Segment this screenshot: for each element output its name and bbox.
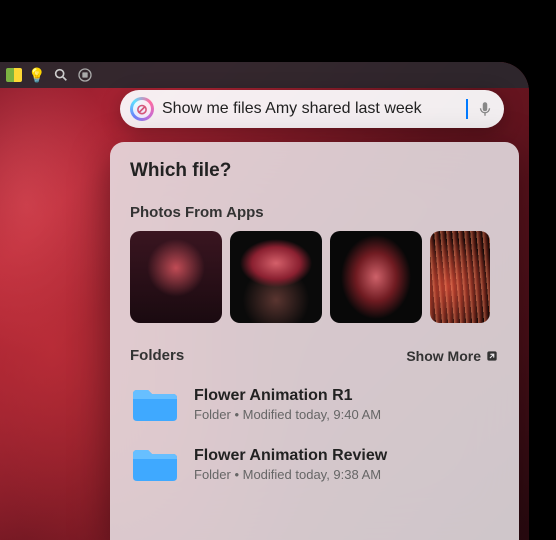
microphone-icon[interactable] — [476, 100, 494, 118]
photo-thumbnail[interactable] — [330, 231, 422, 323]
menubar-search-icon[interactable] — [52, 66, 70, 84]
menubar-util-icon[interactable] — [76, 66, 94, 84]
folder-icon — [130, 384, 180, 424]
folder-icon — [130, 444, 180, 484]
photo-thumbnail[interactable] — [430, 231, 490, 323]
folder-info: Flower Animation R1 Folder • Modified to… — [194, 387, 499, 422]
siri-results-panel: Which file? Photos From Apps Folders Sho… — [110, 142, 519, 540]
folder-name: Flower Animation Review — [194, 447, 499, 465]
photos-row — [130, 231, 499, 323]
folder-meta: Folder • Modified today, 9:38 AM — [194, 467, 499, 482]
folder-name: Flower Animation R1 — [194, 387, 499, 405]
device-frame: 💡 Which file? Photos From Apps — [0, 50, 541, 540]
menubar: 💡 — [0, 62, 529, 88]
menubar-status-icon[interactable] — [6, 68, 22, 82]
folder-meta: Folder • Modified today, 9:40 AM — [194, 407, 499, 422]
text-cursor — [466, 99, 468, 119]
external-link-icon — [485, 349, 499, 363]
folder-row[interactable]: Flower Animation Review Folder • Modifie… — [130, 434, 499, 494]
show-more-label: Show More — [406, 348, 481, 364]
siri-search-bar[interactable] — [120, 90, 504, 128]
folder-info: Flower Animation Review Folder • Modifie… — [194, 447, 499, 482]
folders-section-header: Folders — [130, 347, 184, 364]
show-more-button[interactable]: Show More — [406, 348, 499, 364]
photo-thumbnail[interactable] — [130, 231, 222, 323]
panel-title: Which file? — [130, 160, 499, 182]
menubar-bulb-icon[interactable]: 💡 — [28, 66, 46, 84]
siri-icon — [130, 97, 154, 121]
screen: 💡 Which file? Photos From Apps — [0, 62, 529, 540]
siri-input[interactable] — [162, 100, 458, 118]
photo-thumbnail[interactable] — [230, 231, 322, 323]
photos-section-header: Photos From Apps — [130, 204, 499, 221]
folder-row[interactable]: Flower Animation R1 Folder • Modified to… — [130, 374, 499, 434]
